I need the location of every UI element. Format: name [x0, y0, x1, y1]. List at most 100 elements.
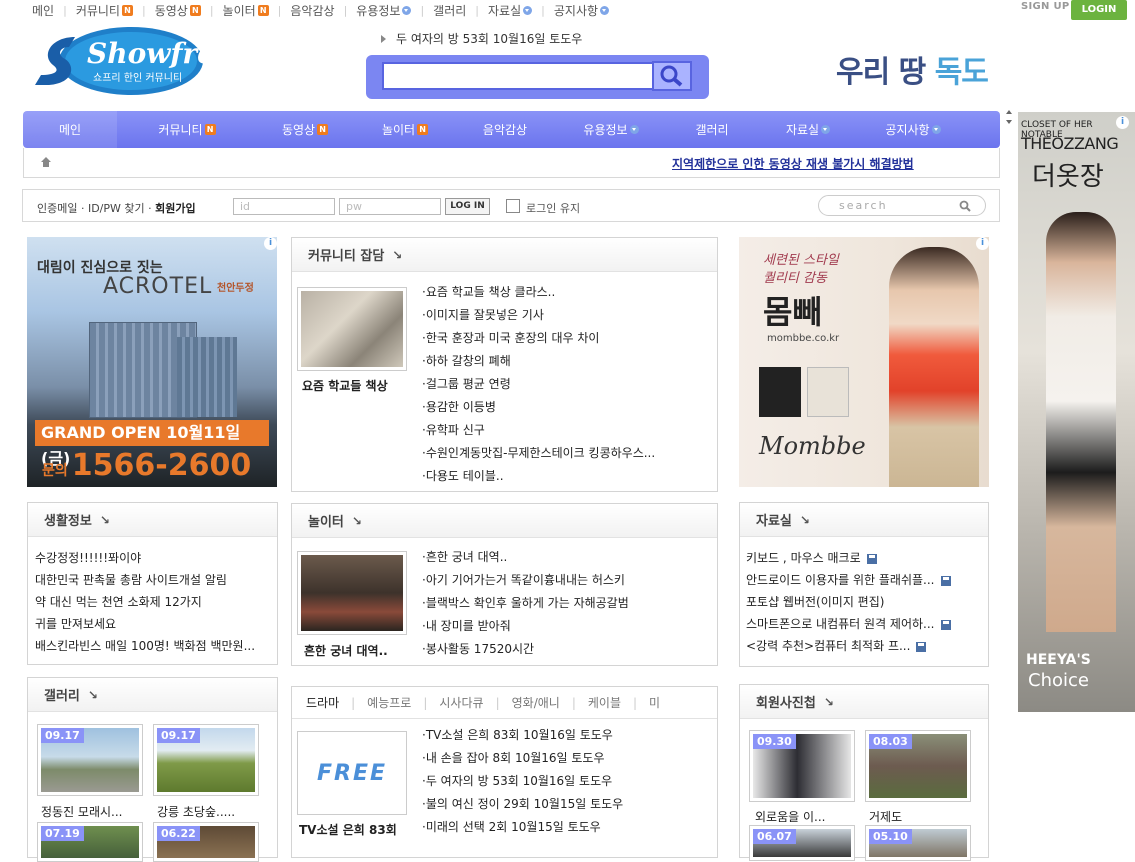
panel-header[interactable]: 회원사진첩 ↘: [740, 685, 988, 719]
list-item[interactable]: ·한국 훈장과 미국 훈장의 대우 차이: [422, 327, 712, 350]
panel-title[interactable]: 자료실: [756, 510, 792, 529]
register-link[interactable]: 회원가입: [155, 202, 195, 215]
panel-title[interactable]: 놀이터: [308, 511, 344, 530]
list-item[interactable]: ·다용도 테이블..: [422, 465, 712, 488]
nav-item-archive[interactable]: 자료실: [755, 111, 861, 148]
news-ticker[interactable]: 두 여자의 방 53회 10월16일 토도우: [381, 30, 582, 47]
list-item[interactable]: ·수원인계동맛집-무제한스테이크 킹콩하우스...: [422, 442, 712, 465]
topnav-item-gallery[interactable]: 갤러리: [433, 2, 466, 19]
nav-item-notice[interactable]: 공지사항: [861, 111, 965, 148]
list-item[interactable]: ·TV소설 은희 83회 10월16일 토도우: [422, 724, 712, 747]
panel-header[interactable]: 생활정보 ↘: [28, 503, 277, 537]
list-item-text[interactable]: 미래의 선택 2회 10월15일 토도우: [426, 820, 601, 834]
topnav-item-playground[interactable]: 놀이터 N: [223, 2, 269, 19]
list-item[interactable]: ·유학파 신구: [422, 419, 712, 442]
list-item-text[interactable]: 스마트폰으로 내컴퓨터 원격 제어하...: [746, 617, 935, 631]
ad-banner-mombbe[interactable]: 세련된 스타일 퀄리티 감동 몸빼 mombbe.co.kr Mombbe i: [739, 237, 989, 487]
gallery-thumb[interactable]: 09.17: [37, 724, 143, 796]
home-icon[interactable]: [40, 156, 52, 168]
list-item[interactable]: 귀를 만져보세요: [35, 613, 271, 635]
notice-link[interactable]: 지역제한으로 인한 동영상 재생 불가시 해결방법: [672, 155, 914, 172]
list-item-text[interactable]: TV소설 은희 83회 10월16일 토도우: [426, 728, 613, 742]
gallery-caption[interactable]: 정동진 모래시...: [41, 803, 123, 820]
panel-header[interactable]: 갤러리 ↘: [28, 678, 277, 712]
topnav-item-info[interactable]: 유용정보: [356, 2, 412, 19]
list-item[interactable]: 배스킨라빈스 매일 100명! 백화점 백만원...: [35, 635, 271, 657]
list-item-text[interactable]: 다용도 테이블..: [426, 469, 504, 483]
list-item[interactable]: 키보드 , 마우스 매크로: [746, 547, 984, 569]
tab-us[interactable]: 미: [649, 694, 660, 711]
panel-header[interactable]: 커뮤니티 잡담 ↘: [292, 238, 717, 272]
site-logo[interactable]: Showfree 쇼프리 한인 커뮤니티: [31, 25, 233, 97]
dokdo-banner[interactable]: 우리 땅 독도: [836, 47, 989, 91]
ad-banner-theozzang[interactable]: CLOSET OF HER NOTABLE THEOZZANG 더옷장 HEEY…: [1018, 112, 1135, 712]
list-item[interactable]: 수강정정!!!!!!퐈이야: [35, 547, 271, 569]
list-item-text[interactable]: 용감한 이등병: [426, 400, 496, 414]
list-item[interactable]: ·이미지를 잘못넣은 기사: [422, 304, 712, 327]
signup-link[interactable]: SIGN UP: [1021, 1, 1070, 12]
nav-item-video[interactable]: 동영상 N: [257, 111, 353, 148]
list-item-text[interactable]: 내 장미를 받아줘: [426, 619, 511, 633]
list-item[interactable]: ·불의 여신 정이 29회 10월15일 토도우: [422, 793, 712, 816]
nav-item-main[interactable]: 메인: [23, 111, 117, 148]
topnav-item-archive[interactable]: 자료실: [488, 2, 533, 19]
list-item-text[interactable]: 요즘 학교들 책상 클라스..: [426, 285, 555, 299]
tab-movie[interactable]: 영화/애니: [512, 694, 560, 711]
account-links[interactable]: 인증메일 · ID/PW 찾기 · 회원가입: [37, 200, 196, 216]
gallery-caption[interactable]: 강릉 초당숲.....: [157, 803, 235, 820]
member-thumb[interactable]: 05.10: [865, 825, 971, 861]
list-item[interactable]: ·내 손을 잡아 8회 10월16일 토도우: [422, 747, 712, 770]
member-caption[interactable]: 외로움을 이...: [755, 808, 825, 825]
list-item-text[interactable]: 키보드 , 마우스 매크로: [746, 551, 861, 565]
list-item[interactable]: 대한민국 판촉물 총람 사이트개설 알림: [35, 569, 271, 591]
member-thumb[interactable]: 06.07: [749, 825, 855, 861]
id-input[interactable]: id: [233, 198, 335, 215]
list-item-text[interactable]: 아기 기어가는거 똑같이흉내내는 허스키: [426, 573, 625, 587]
panel-title[interactable]: 갤러리: [44, 685, 80, 704]
list-item-text[interactable]: 이미지를 잘못넣은 기사: [426, 308, 544, 322]
list-item[interactable]: 포토샵 웹버전(이미지 편집): [746, 591, 984, 613]
topnav-item-video[interactable]: 동영상 N: [155, 2, 201, 19]
member-thumb[interactable]: 08.03: [865, 730, 971, 802]
list-item[interactable]: ·용감한 이등병: [422, 396, 712, 419]
list-item-text[interactable]: 안드로이드 이용자를 위한 플래쉬플...: [746, 573, 935, 587]
panel-header[interactable]: 자료실 ↘: [740, 503, 988, 537]
list-item-text[interactable]: 유학파 신구: [426, 423, 485, 437]
list-item[interactable]: <강력 추천>컴퓨터 최적화 프...: [746, 635, 984, 657]
list-item-text[interactable]: 봉사활동 17520시간: [426, 642, 534, 656]
tab-variety[interactable]: 예능프로: [367, 694, 411, 711]
gallery-thumb[interactable]: 07.19: [37, 822, 143, 862]
list-item-text[interactable]: 불의 여신 정이 29회 10월15일 토도우: [426, 797, 623, 811]
topnav-item-community[interactable]: 커뮤니티 N: [76, 2, 133, 19]
panel-title[interactable]: 커뮤니티 잡담: [308, 245, 384, 264]
community-thumb[interactable]: [297, 287, 407, 371]
account-links-text[interactable]: 인증메일 · ID/PW 찾기 ·: [37, 202, 155, 215]
thumb-caption[interactable]: 요즘 학교들 책상: [302, 377, 388, 394]
list-item-text[interactable]: 걸그룹 평균 연령: [426, 377, 511, 391]
list-item[interactable]: ·미래의 선택 2회 10월15일 토도우: [422, 816, 712, 839]
tab-drama[interactable]: 드라마: [306, 694, 339, 711]
tab-documentary[interactable]: 시사다큐: [439, 694, 483, 711]
list-item[interactable]: 약 대신 먹는 천연 소화제 12가지: [35, 591, 271, 613]
list-item[interactable]: ·요즘 학교들 책상 클라스..: [422, 281, 712, 304]
topnav-item-notice[interactable]: 공지사항: [554, 2, 610, 19]
member-caption[interactable]: 거제도: [869, 808, 902, 825]
list-item-text[interactable]: 수원인계동맛집-무제한스테이크 킹콩하우스...: [426, 446, 655, 460]
topnav-item-main[interactable]: 메인: [32, 2, 54, 19]
login-submit-button[interactable]: LOG IN: [445, 198, 490, 215]
list-item[interactable]: ·봉사활동 17520시간: [422, 638, 712, 661]
list-item-text[interactable]: 두 여자의 방 53회 10월16일 토도우: [426, 774, 612, 788]
list-item-text[interactable]: <강력 추천>컴퓨터 최적화 프...: [746, 639, 910, 653]
list-item[interactable]: ·두 여자의 방 53회 10월16일 토도우: [422, 770, 712, 793]
list-item-text[interactable]: 블랙박스 확인후 울하게 가는 자해공갈범: [426, 596, 629, 610]
nav-item-playground[interactable]: 놀이터 N: [353, 111, 457, 148]
list-item[interactable]: ·하하 갈창의 폐해: [422, 350, 712, 373]
list-item-text[interactable]: 흔한 궁녀 대역..: [426, 550, 508, 564]
search-button[interactable]: [652, 61, 692, 91]
gallery-thumb[interactable]: 09.17: [153, 724, 259, 796]
ad-info-icon[interactable]: i: [976, 237, 989, 250]
search-icon[interactable]: [959, 200, 971, 212]
list-item-text[interactable]: 내 손을 잡아 8회 10월16일 토도우: [426, 751, 605, 765]
nav-item-community[interactable]: 커뮤니티 N: [117, 111, 257, 148]
login-button[interactable]: LOGIN: [1071, 0, 1127, 20]
